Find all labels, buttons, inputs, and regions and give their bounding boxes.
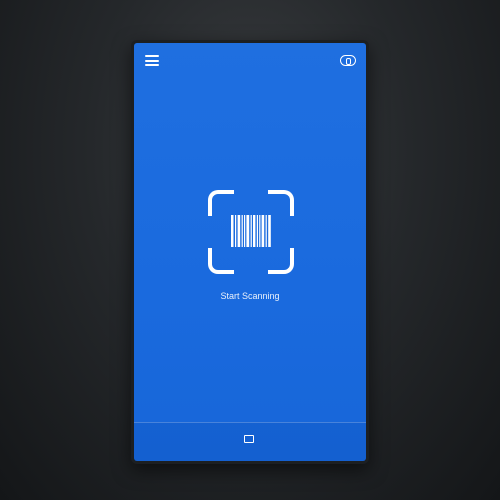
card-icon (244, 435, 254, 444)
scan-frame-corner-top-left (208, 190, 234, 216)
scan-frame-corner-bottom-right (268, 248, 294, 274)
top-bar (134, 43, 366, 77)
app-screen: Start Scanning (134, 43, 366, 461)
menu-line (145, 64, 159, 66)
account-icon[interactable] (340, 55, 356, 66)
scan-frame-corner-bottom-left (208, 248, 234, 274)
bottom-bar (134, 422, 366, 461)
hamburger-menu-icon[interactable] (145, 55, 159, 66)
scan-frame-corner-top-right (268, 190, 294, 216)
menu-line (145, 55, 159, 57)
bottom-action-button[interactable] (134, 433, 366, 449)
phone-device: Start Scanning (131, 40, 369, 464)
start-scanning-label[interactable]: Start Scanning (134, 291, 366, 301)
menu-line (145, 59, 159, 62)
scan-frame[interactable] (208, 190, 294, 274)
barcode-icon (231, 215, 271, 247)
